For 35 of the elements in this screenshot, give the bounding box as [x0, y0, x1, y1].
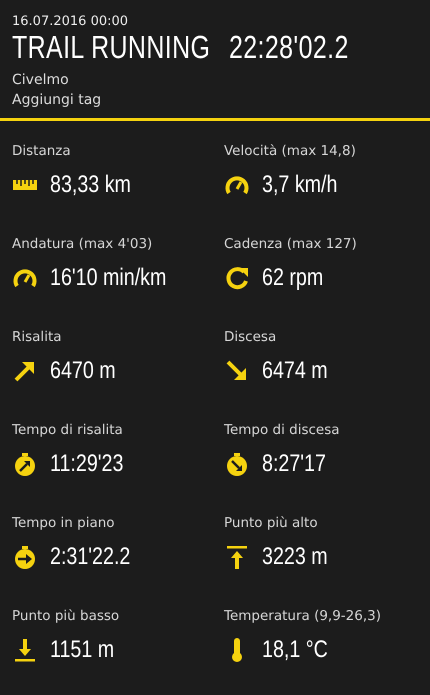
stat-value: 62 rpm [262, 264, 324, 292]
stat-value: 3,7 km/h [262, 171, 338, 199]
stat-label: Discesa [224, 329, 278, 347]
stat-value: 18,1 °C [262, 636, 328, 664]
stat-label: Distanza [12, 143, 72, 161]
stat-label: Punto più basso [12, 608, 120, 626]
stat-label: Cadenza (max 127) [224, 236, 358, 254]
highest-point-icon [224, 544, 250, 570]
stat-label: Andatura (max 4'03) [12, 236, 154, 254]
stat-value: 83,33 km [50, 171, 131, 199]
stat-value: 3223 m [262, 543, 328, 571]
activity-datetime: 16.07.2016 00:00 [12, 14, 128, 29]
stopwatch-icon [12, 544, 38, 570]
activity-duration: 22:28'02.2 [229, 29, 349, 66]
stat-value: 11:29'23 [50, 450, 124, 478]
stopwatch-icon [12, 451, 38, 477]
location-text: Civelmo [12, 71, 69, 90]
stat-value: 1151 m [50, 636, 114, 664]
add-tag-link[interactable]: Aggiungi tag [12, 90, 102, 110]
stat-value: 6474 m [262, 357, 328, 385]
stat-label: Punto più alto [224, 515, 319, 533]
stat-value: 16'10 min/km [50, 264, 166, 292]
refresh-icon [224, 265, 250, 291]
stat-label: Tempo di risalita [12, 422, 124, 440]
stat-label: Risalita [12, 329, 63, 347]
stopwatch-icon [224, 451, 250, 477]
stat-value: 6470 m [50, 357, 116, 385]
stat-value: 2:31'22.2 [50, 543, 130, 571]
activity-type: TRAIL RUNNING [12, 29, 210, 66]
stat-label: Temperatura (9,9-26,3) [224, 608, 382, 626]
stat-label: Velocità (max 14,8) [224, 143, 357, 161]
stat-value: 8:27'17 [262, 450, 326, 478]
lowest-point-icon [12, 637, 38, 663]
stat-label: Tempo in piano [12, 515, 116, 533]
stat-label: Tempo di discesa [224, 422, 341, 440]
